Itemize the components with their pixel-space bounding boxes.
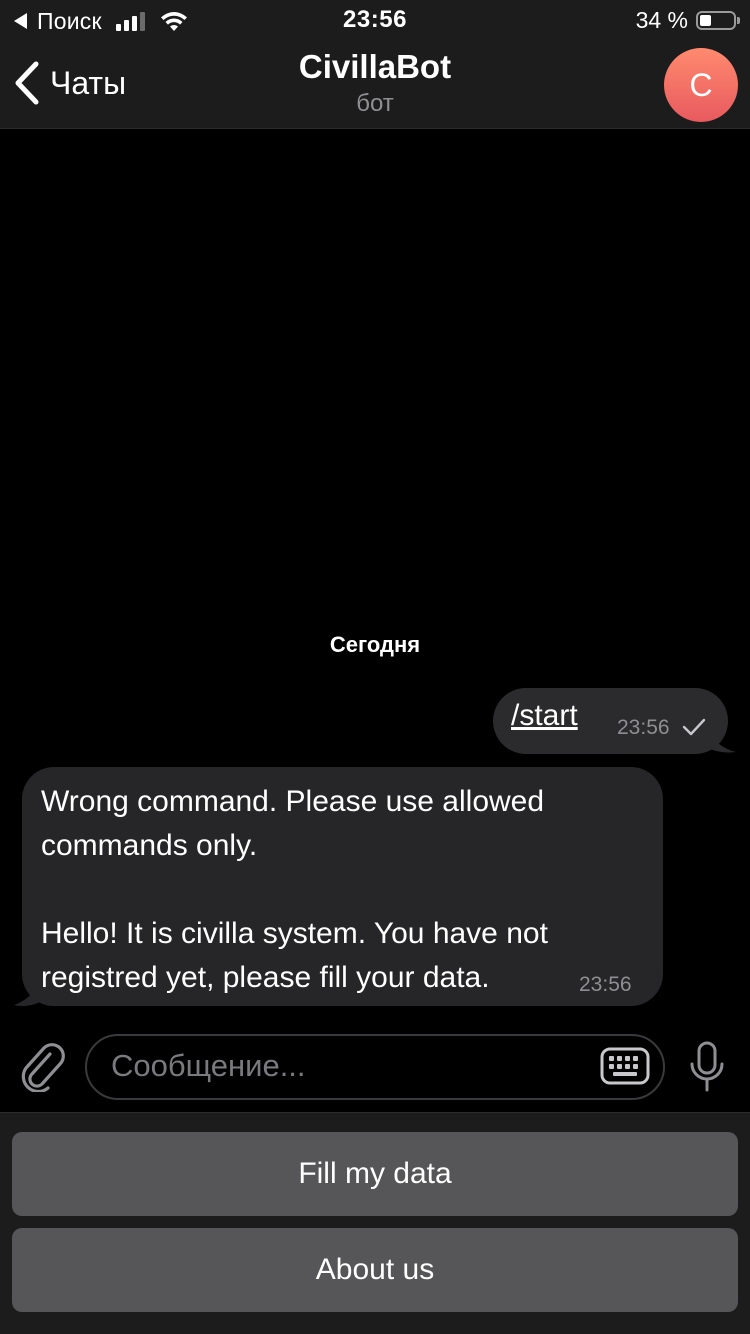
- battery-icon: [696, 11, 740, 30]
- chat-subtitle: бот: [356, 90, 394, 117]
- chat-title[interactable]: CivillaBot: [0, 48, 750, 86]
- chat-screen: Поиск 23:56 34 % Чаты CivillaBot бот C С…: [0, 0, 750, 1334]
- message-input-placeholder: Сообщение...: [111, 1048, 306, 1083]
- battery-percent: 34 %: [635, 7, 688, 33]
- date-separator: Сегодня: [329, 632, 421, 657]
- about-us-button[interactable]: About us: [12, 1228, 738, 1312]
- message-time: 23:56: [579, 973, 632, 996]
- status-bar: Поиск 23:56 34 %: [0, 0, 750, 40]
- paperclip-icon[interactable]: [20, 1040, 66, 1092]
- sent-check-icon: [682, 718, 706, 736]
- message-time: 23:56: [617, 716, 670, 739]
- command-link[interactable]: /start: [511, 699, 578, 733]
- microphone-icon[interactable]: [688, 1040, 726, 1094]
- message-text: Wrong command. Please use allowed comman…: [41, 785, 548, 994]
- keyboard-icon[interactable]: [600, 1047, 650, 1085]
- avatar[interactable]: C: [664, 48, 738, 122]
- status-bar-right: 34 %: [635, 7, 740, 34]
- battery-level: [700, 15, 711, 26]
- fill-my-data-button[interactable]: Fill my data: [12, 1132, 738, 1216]
